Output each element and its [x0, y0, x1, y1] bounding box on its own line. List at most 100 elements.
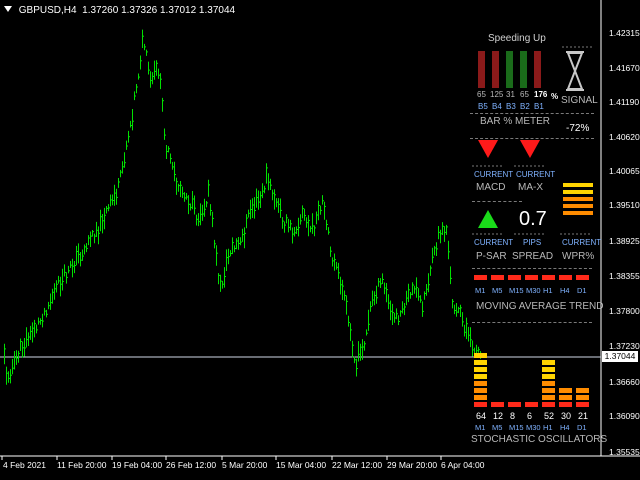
stoch-level-bar — [576, 402, 589, 407]
time-tick-label: 29 Mar 20:00 — [387, 460, 438, 470]
stoch-level-bar — [474, 374, 487, 379]
price-tick-label: 1.40065 — [609, 166, 640, 176]
price-tick-label: 1.39510 — [609, 200, 640, 210]
divider — [472, 322, 592, 323]
bar-meter-value: 176 — [534, 90, 548, 99]
ma-trend-bar — [491, 275, 504, 280]
bar-meter-label: B3 — [506, 102, 516, 111]
ma-timeframe-label: M5 — [492, 286, 503, 295]
stoch-level-bar — [542, 388, 555, 393]
divider — [472, 268, 592, 269]
divider — [472, 201, 522, 202]
signal-label: SIGNAL — [561, 95, 598, 106]
bar-meter-value: 65 — [520, 90, 529, 99]
price-tick-label: 1.38355 — [609, 271, 640, 281]
time-tick-label: 26 Feb 12:00 — [166, 460, 217, 470]
wpr-level-bar — [563, 190, 593, 194]
price-tick-label: 1.37800 — [609, 306, 640, 316]
ma-timeframe-label: H1 — [543, 286, 553, 295]
stoch-level-bar — [474, 353, 487, 358]
price-tick-label: 1.40620 — [609, 132, 640, 142]
spread-label: SPREAD — [512, 251, 554, 262]
divider — [470, 113, 594, 114]
stoch-level-bar — [474, 395, 487, 400]
stoch-level-bar — [576, 395, 589, 400]
stoch-value: 8 — [510, 411, 516, 421]
ma-trend-bar — [576, 275, 589, 280]
wpr-level-bar — [563, 183, 593, 187]
bar-meter-label: B5 — [478, 102, 488, 111]
max-current: CURRENT — [516, 170, 556, 179]
wpr-current: CURRENT — [562, 238, 602, 247]
stoch-timeframe-label: M5 — [492, 423, 503, 432]
bar-meter-value: 65 — [477, 90, 486, 99]
bar-meter-bar — [506, 51, 513, 88]
time-tick-label: 15 Mar 04:00 — [276, 460, 327, 470]
stoch-timeframe-label: M1 — [475, 423, 486, 432]
stoch-value: 21 — [578, 411, 589, 421]
time-tick-label: 4 Feb 2021 — [3, 460, 47, 470]
bar-meter-bar — [534, 51, 541, 88]
ma-timeframe-label: H4 — [560, 286, 570, 295]
pips-value: 0.7 — [519, 208, 547, 230]
bar-meter-bar — [478, 51, 485, 88]
time-tick-label: 19 Feb 04:00 — [112, 460, 163, 470]
bar-pct-sign: % — [551, 92, 559, 101]
stoch-level-bar — [491, 402, 504, 407]
ma-trend-bar — [474, 275, 487, 280]
price-tick-label: 1.41670 — [609, 63, 640, 73]
psar-current: CURRENT — [474, 238, 514, 247]
ma-trend-bar — [525, 275, 538, 280]
price-chart[interactable] — [0, 0, 640, 480]
stoch-level-bar — [559, 395, 572, 400]
ma-trend-title: MOVING AVERAGE TREND — [476, 301, 604, 312]
price-tick-label: 1.36660 — [609, 377, 640, 387]
price-tick-label: 1.42315 — [609, 28, 640, 38]
time-tick-label: 11 Feb 20:00 — [57, 460, 107, 470]
bar-meter-value: 125 — [490, 90, 504, 99]
divider — [470, 138, 594, 139]
price-tick-label: 1.36090 — [609, 411, 640, 421]
time-tick-label: 5 Mar 20:00 — [222, 460, 268, 470]
stoch-title: STOCHASTIC OSCILLATORS — [471, 434, 608, 445]
time-tick-label: 6 Apr 04:00 — [441, 460, 485, 470]
ma-timeframe-label: M30 — [526, 286, 541, 295]
speeding-title: Speeding Up — [488, 33, 546, 44]
stoch-level-bar — [559, 402, 572, 407]
stoch-level-bar — [508, 402, 521, 407]
stoch-value: 64 — [476, 411, 487, 421]
time-tick-label: 22 Mar 12:00 — [332, 460, 383, 470]
signal-value: -72% — [566, 123, 590, 134]
macd-current: CURRENT — [474, 170, 514, 179]
stoch-level-bar — [542, 395, 555, 400]
stoch-level-bar — [474, 367, 487, 372]
pips-label: PIPS — [523, 238, 542, 247]
symbol-label: GBPUSD,H4 — [18, 5, 77, 16]
max-label: MA-X — [518, 182, 543, 193]
stoch-timeframe-label: H4 — [560, 423, 570, 432]
macd-label: MACD — [476, 182, 506, 193]
wpr-level-bar — [563, 204, 593, 208]
stoch-level-bar — [474, 381, 487, 386]
bar-meter-label: B4 — [492, 102, 502, 111]
wpr-label: WPR% — [562, 251, 595, 262]
stoch-value: 12 — [493, 411, 504, 421]
bar-meter-value: 31 — [506, 90, 515, 99]
stoch-timeframe-label: M15 — [509, 423, 524, 432]
stoch-value: 6 — [527, 411, 533, 421]
stoch-timeframe-label: D1 — [577, 423, 587, 432]
bar-meter-bar — [492, 51, 499, 88]
ma-trend-bar — [508, 275, 521, 280]
stoch-value: 30 — [561, 411, 572, 421]
stoch-level-bar — [474, 402, 487, 407]
bar-meter-title: BAR % METER — [480, 116, 551, 127]
chart-title: GBPUSD,H4 1.37260 1.37326 1.37012 1.3704… — [4, 5, 235, 16]
stoch-level-bar — [542, 381, 555, 386]
stoch-value: 52 — [544, 411, 555, 421]
ohlc-values: 1.37260 1.37326 1.37012 1.37044 — [82, 5, 236, 16]
stoch-level-bar — [474, 388, 487, 393]
price-tick-label: 1.38925 — [609, 236, 640, 246]
price-tick-label: 1.35535 — [609, 447, 640, 457]
wpr-level-bar — [563, 197, 593, 201]
collapse-arrow-icon[interactable] — [4, 6, 12, 12]
